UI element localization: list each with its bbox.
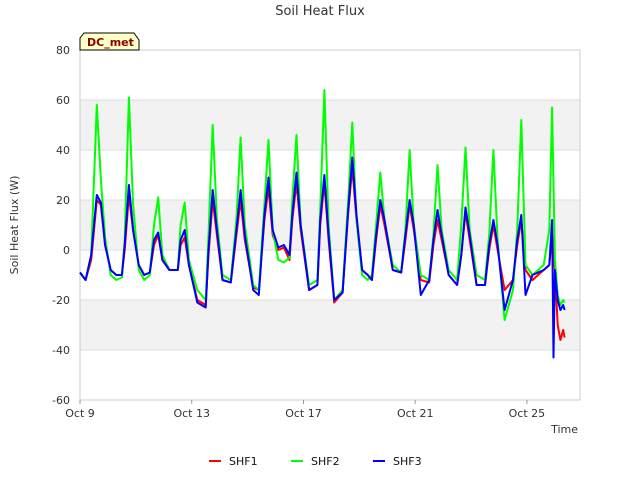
y-tick-label: -20 <box>52 294 70 307</box>
y-tick-label: 80 <box>56 44 70 57</box>
y-tick-label: 0 <box>63 244 70 257</box>
x-axis-label: Time <box>550 423 578 436</box>
legend-label-shf1: SHF1 <box>229 455 258 468</box>
legend-label-shf2: SHF2 <box>311 455 340 468</box>
y-tick-label: -40 <box>52 344 70 357</box>
y-tick-label: 20 <box>56 194 70 207</box>
x-tick-label: Oct 13 <box>173 407 210 420</box>
y-tick-label: 60 <box>56 94 70 107</box>
legend-label-shf3: SHF3 <box>393 455 422 468</box>
x-tick-label: Oct 25 <box>509 407 546 420</box>
plot-band <box>80 100 580 150</box>
x-tick-label: Oct 21 <box>397 407 434 420</box>
soil-heat-flux-chart: -60 -40 -20 0 20 40 60 80 Oct 9 Oct 13 Oct 17 Oct … <box>0 0 640 480</box>
y-tick-label: 40 <box>56 144 70 157</box>
x-tick-label: Oct 9 <box>65 407 95 420</box>
site-badge-label: DC_met <box>87 36 134 49</box>
y-axis-label: Soil Heat Flux (W) <box>8 176 21 275</box>
y-tick-label: -60 <box>52 394 70 407</box>
chart-title: Soil Heat Flux <box>275 4 365 19</box>
site-badge: DC_met <box>79 32 140 51</box>
x-tick-label: Oct 17 <box>285 407 322 420</box>
